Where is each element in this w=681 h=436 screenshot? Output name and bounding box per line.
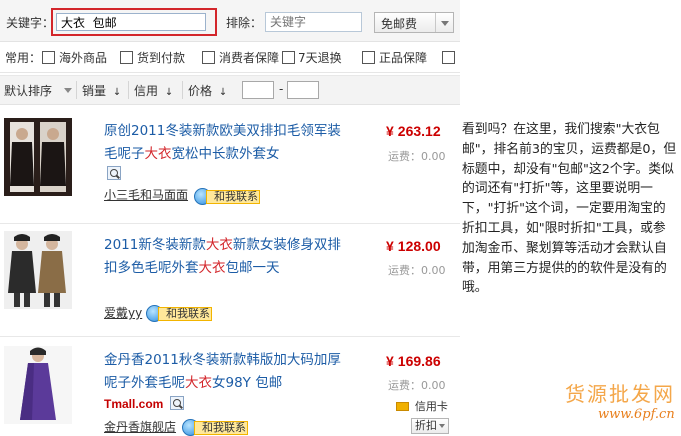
keyword-highlight-box — [51, 8, 217, 36]
title-text: 2011新冬装新款 — [104, 237, 206, 253]
discount-dropdown[interactable]: 折扣 — [411, 418, 449, 434]
sort-credit-button[interactable]: 信用 ↓ — [134, 76, 178, 104]
product-title-link[interactable]: 原创2011冬装新款欧美双排扣毛领军装毛呢子大衣宽松中长款外套女 — [104, 120, 354, 166]
divider — [182, 81, 183, 99]
filter-label-overseas: 海外商品 — [59, 51, 108, 65]
checkbox-genuine[interactable] — [362, 51, 375, 64]
arrow-down-icon: ↓ — [164, 87, 174, 98]
checkbox-more[interactable] — [442, 51, 455, 64]
currency-symbol: ¥ — [386, 238, 394, 254]
credit-card-label: 信用卡 — [414, 400, 448, 413]
divider — [76, 81, 77, 99]
shipping-fee: 运费：0.00 — [388, 150, 446, 163]
sort-sales-label: 销量 — [82, 84, 107, 98]
checkbox-7day-return[interactable] — [282, 51, 295, 64]
currency-symbol: ¥ — [386, 123, 394, 139]
product-thumbnail[interactable] — [4, 118, 72, 196]
tmall-badge[interactable]: Tmall.com — [104, 397, 163, 411]
search-bar: 关键字： 排除： 免邮费 — [0, 0, 460, 42]
price-max-input[interactable] — [287, 81, 319, 99]
product-title-link[interactable]: 金丹香2011秋冬装新款韩版加大码加厚呢子外套毛呢大衣女98Y 包邮 — [104, 349, 354, 395]
filter-label-consumer-protection: 消费者保障 — [219, 51, 280, 65]
contact-label: 和我联系 — [194, 421, 248, 435]
sort-credit-label: 信用 — [134, 84, 159, 98]
sort-default-button[interactable]: 默认排序 — [4, 76, 52, 104]
keyword-input[interactable] — [56, 13, 206, 31]
price-min-input[interactable] — [242, 81, 274, 99]
watermark-url: www.6pf.cn — [598, 407, 675, 422]
zoom-icon[interactable] — [107, 166, 121, 180]
divider — [128, 81, 129, 99]
exclude-input[interactable] — [265, 12, 362, 32]
currency-symbol: ¥ — [386, 353, 394, 369]
product-price: ¥169.86 — [386, 353, 441, 369]
search-results-panel: 关键字： 排除： 免邮费 常用： 海外商品 货到付款 消费者保障 7天退换 正品… — [0, 0, 460, 436]
common-filters: 常用： 海外商品 货到付款 消费者保障 7天退换 正品保障 — [0, 43, 460, 73]
chevron-down-icon — [435, 13, 453, 32]
product-title-link[interactable]: 2011新冬装新款大衣新款女装修身双排扣多色毛呢外套大衣包邮一天 — [104, 234, 354, 280]
title-keyword: 大衣 — [185, 375, 212, 391]
title-text: 女98Y 包邮 — [212, 375, 283, 391]
shipping-filter-value: 免邮费 — [381, 17, 418, 31]
exclude-label: 排除： — [226, 16, 263, 30]
price-value: 263.12 — [397, 123, 441, 139]
title-keyword: 大衣 — [144, 146, 172, 162]
arrow-down-icon: ↓ — [218, 87, 228, 98]
credit-card-icon — [396, 402, 409, 411]
zoom-icon[interactable] — [170, 396, 184, 410]
sort-sales-button[interactable]: 销量 ↓ — [82, 76, 126, 104]
product-price: ¥263.12 — [386, 123, 441, 139]
title-text: 包邮一天 — [225, 260, 280, 276]
sort-bar: 默认排序 销量 ↓ 信用 ↓ 价格 ↓ - — [0, 75, 460, 105]
product-item: 原创2011冬装新款欧美双排扣毛领军装毛呢子大衣宽松中长款外套女 小三毛和马面面… — [0, 112, 460, 224]
seller-name-link[interactable]: 金丹香旗舰店 — [104, 418, 176, 435]
shipping-fee: 运费：0.00 — [388, 379, 446, 392]
sort-price-label: 价格 — [188, 84, 213, 98]
title-keyword: 大衣 — [198, 260, 226, 276]
shipping-fee: 运费：0.00 — [388, 264, 446, 277]
title-keyword: 大衣 — [205, 237, 233, 253]
chevron-down-icon — [439, 424, 445, 428]
checkbox-overseas[interactable] — [42, 51, 55, 64]
price-range-separator: - — [279, 82, 284, 96]
discount-label: 折扣 — [415, 419, 437, 432]
price-value: 169.86 — [397, 353, 441, 369]
keyword-label: 关键字： — [6, 16, 55, 30]
seller-name-link[interactable]: 爱戴yy — [104, 304, 142, 321]
commentary-text: 看到吗？在这里，我们搜索"大衣包邮"，排名前3的宝贝，运费都是0，但标题中，却没… — [462, 122, 677, 296]
title-text: 宽松中长款外套女 — [171, 146, 280, 162]
chevron-down-icon[interactable] — [60, 81, 76, 99]
filter-label-genuine: 正品保障 — [379, 51, 428, 65]
contact-label: 和我联系 — [158, 307, 212, 321]
product-thumbnail[interactable] — [4, 346, 72, 424]
checkbox-cod[interactable] — [120, 51, 133, 64]
common-label: 常用： — [5, 51, 42, 65]
contact-seller-button[interactable]: 和我联系 — [182, 418, 248, 436]
contact-label: 和我联系 — [206, 190, 260, 204]
checkbox-consumer-protection[interactable] — [202, 51, 215, 64]
filter-label-cod: 货到付款 — [137, 51, 186, 65]
product-price: ¥128.00 — [386, 238, 441, 254]
credit-card-badge: 信用卡 — [396, 398, 448, 414]
arrow-down-icon: ↓ — [112, 87, 122, 98]
product-item: 2011新冬装新款大衣新款女装修身双排扣多色毛呢外套大衣包邮一天 爱戴yy 和我… — [0, 225, 460, 337]
price-value: 128.00 — [397, 238, 441, 254]
sort-price-button[interactable]: 价格 ↓ — [188, 76, 234, 104]
product-thumbnail[interactable] — [4, 231, 72, 309]
filter-label-7day-return: 7天退换 — [298, 51, 342, 65]
contact-seller-button[interactable]: 和我联系 — [194, 187, 260, 205]
product-item: 金丹香2011秋冬装新款韩版加大码加厚呢子外套毛呢大衣女98Y 包邮 Tmall… — [0, 340, 460, 436]
seller-name-link[interactable]: 小三毛和马面面 — [104, 186, 188, 203]
contact-seller-button[interactable]: 和我联系 — [146, 304, 212, 322]
shipping-filter-select[interactable]: 免邮费 — [374, 12, 454, 33]
watermark-logo: 货源批发网 — [565, 382, 675, 406]
